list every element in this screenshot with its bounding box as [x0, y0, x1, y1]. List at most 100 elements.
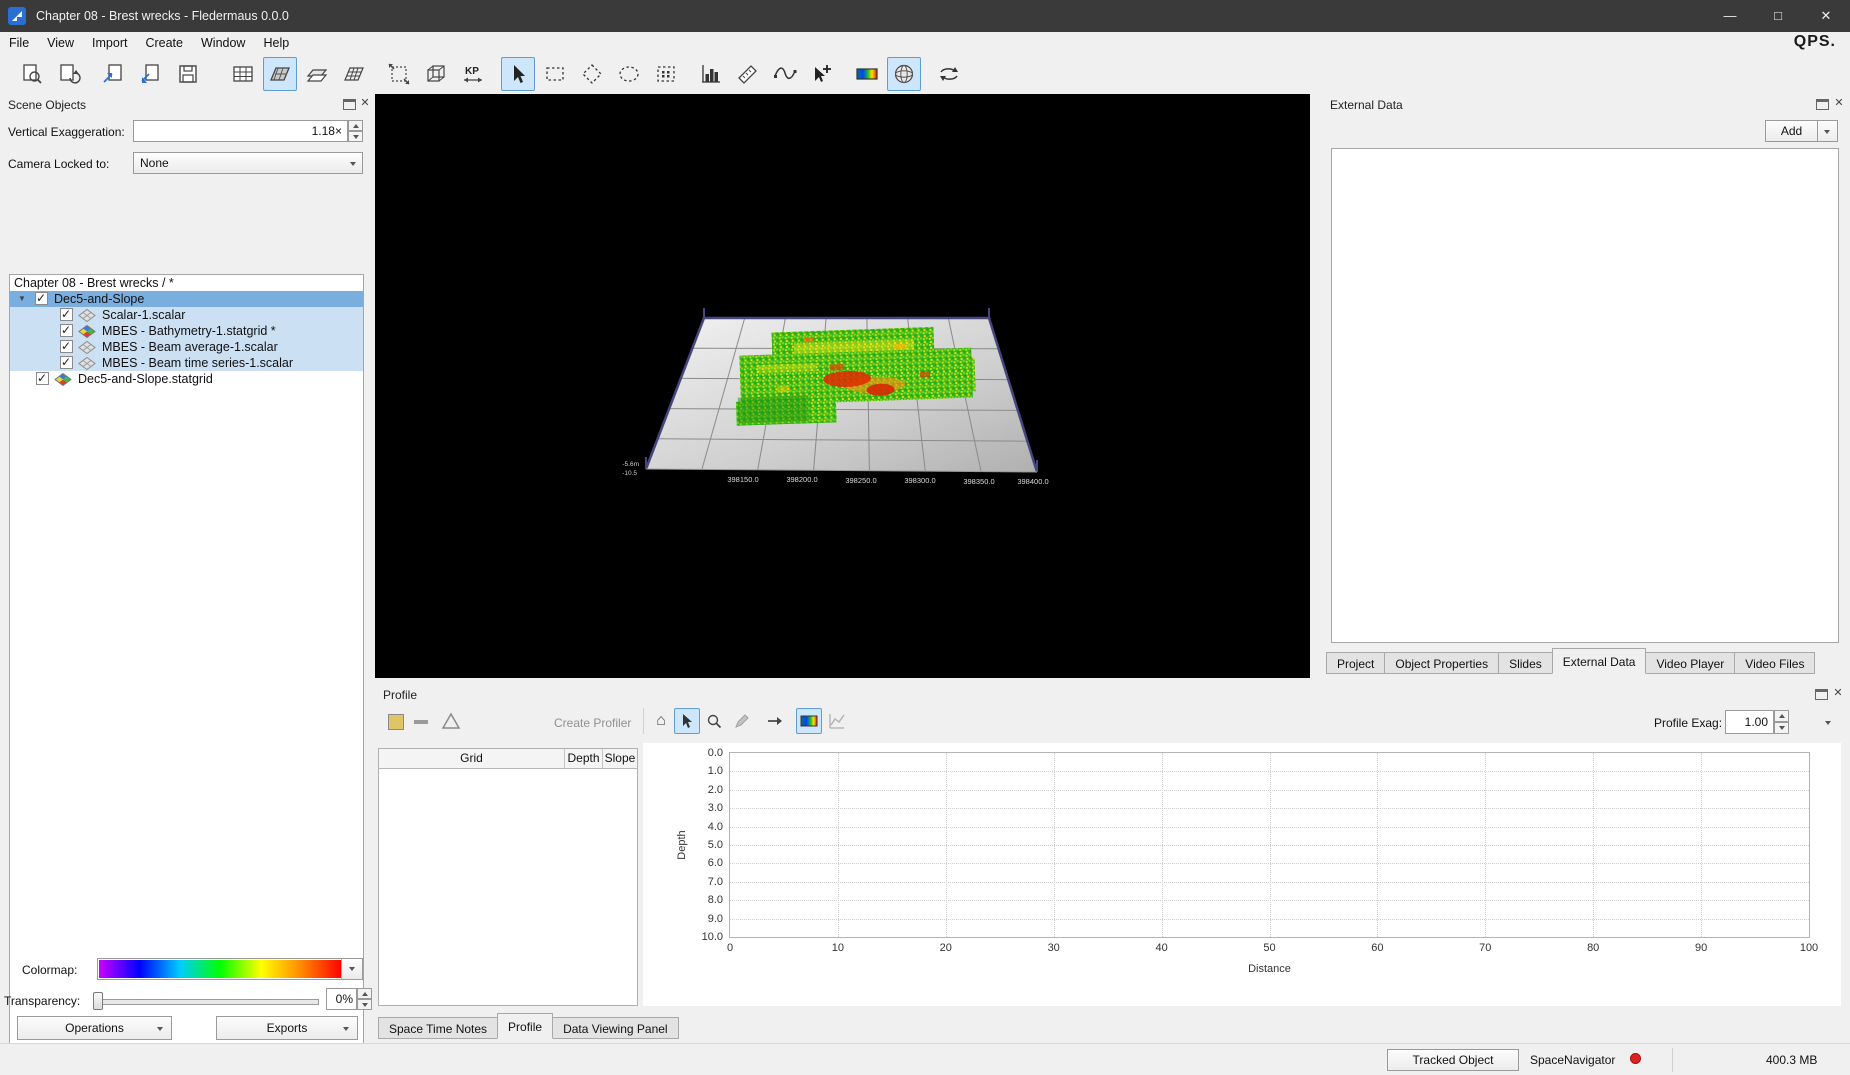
zoom-extent-button[interactable] [382, 57, 416, 91]
export-data-button[interactable] [134, 57, 168, 91]
illumination-button[interactable] [887, 57, 921, 91]
pick-point-button[interactable] [805, 57, 839, 91]
transparency-spinner[interactable] [357, 988, 372, 1010]
select-mode-button[interactable] [501, 57, 535, 91]
bounding-cube-button[interactable] [419, 57, 453, 91]
transparency-slider-track[interactable] [95, 999, 319, 1005]
column-depth[interactable]: Depth [565, 749, 603, 768]
column-slope[interactable]: Slope [603, 749, 637, 768]
mesh-button[interactable] [337, 57, 371, 91]
menu-create[interactable]: Create [136, 32, 192, 54]
maximize-button[interactable]: □ [1754, 0, 1802, 32]
create-profiler-button[interactable]: Create Profiler [554, 716, 631, 730]
home-view-button[interactable]: ⌂ [648, 708, 674, 734]
tree-item-statgrid[interactable]: Dec5-and-Slope.statgrid [10, 371, 363, 387]
add-dropdown-button[interactable] [1817, 120, 1838, 142]
checkbox[interactable] [60, 324, 73, 337]
turntable-button[interactable] [932, 57, 966, 91]
tab-object-properties[interactable]: Object Properties [1384, 652, 1499, 674]
checkbox[interactable] [60, 356, 73, 369]
menu-help[interactable]: Help [254, 32, 298, 54]
profile-marker-icon[interactable] [441, 711, 461, 731]
vertical-exaggeration-spinner[interactable] [348, 120, 363, 142]
minimize-button[interactable]: — [1706, 0, 1754, 32]
profile-zoom-button[interactable] [701, 708, 727, 734]
layers-button[interactable] [300, 57, 334, 91]
rect-select-button[interactable] [538, 57, 572, 91]
tab-slides[interactable]: Slides [1498, 652, 1553, 674]
spin-up-icon[interactable] [357, 988, 372, 999]
close-panel-icon[interactable]: ✕ [358, 97, 372, 111]
scene-refresh-button[interactable] [52, 57, 86, 91]
close-panel-icon[interactable]: ✕ [1832, 97, 1846, 111]
spin-up-icon[interactable] [348, 120, 363, 131]
tab-external-data[interactable]: External Data [1552, 648, 1647, 674]
menu-view[interactable]: View [38, 32, 83, 54]
ellipse-select-button[interactable] [612, 57, 646, 91]
profile-exag-input[interactable]: 1.00 [1725, 710, 1774, 734]
spin-up-icon[interactable] [1774, 710, 1789, 722]
undock-panel-icon[interactable] [343, 99, 356, 110]
menu-file[interactable]: File [0, 32, 38, 54]
tree-item-scalar[interactable]: MBES - Beam time series-1.scalar [10, 355, 363, 371]
tab-space-time-notes[interactable]: Space Time Notes [378, 1017, 498, 1039]
scene-magnify-button[interactable] [15, 57, 49, 91]
profile-options-chevron[interactable] [1815, 710, 1841, 736]
grid-select-button[interactable] [649, 57, 683, 91]
tree-item-scalar[interactable]: Scalar-1.scalar [10, 307, 363, 323]
undock-panel-icon[interactable] [1815, 689, 1828, 700]
menu-window[interactable]: Window [192, 32, 254, 54]
profile-color-swatch[interactable] [388, 714, 404, 730]
checkbox[interactable] [36, 372, 49, 385]
spin-down-icon[interactable] [348, 131, 363, 142]
diamond-select-button[interactable] [575, 57, 609, 91]
checkbox[interactable] [60, 340, 73, 353]
close-panel-icon[interactable]: ✕ [1831, 687, 1845, 701]
operations-button[interactable]: Operations [17, 1016, 172, 1040]
profile-plot-area[interactable]: Depth Distance 0.01.02.03.04.05.06.07.08… [729, 752, 1810, 938]
grid-view-button[interactable] [226, 57, 260, 91]
measure-button[interactable] [731, 57, 765, 91]
profile-colormap-button[interactable] [796, 708, 822, 734]
camera-locked-combobox[interactable]: None [133, 152, 363, 174]
spin-down-icon[interactable] [1774, 722, 1789, 734]
profile-export-button[interactable] [762, 708, 788, 734]
profile-select-button[interactable] [674, 708, 700, 734]
tab-video-player[interactable]: Video Player [1645, 652, 1735, 674]
undock-panel-icon[interactable] [1816, 99, 1829, 110]
exports-button[interactable]: Exports [216, 1016, 358, 1040]
tab-project[interactable]: Project [1326, 652, 1385, 674]
checkbox[interactable] [60, 308, 73, 321]
tab-video-files[interactable]: Video Files [1734, 652, 1815, 674]
tree-item-statgrid[interactable]: MBES - Bathymetry-1.statgrid * [10, 323, 363, 339]
import-data-button[interactable] [97, 57, 131, 91]
checkbox[interactable] [35, 292, 48, 305]
external-data-list[interactable] [1331, 148, 1839, 643]
save-button[interactable] [171, 57, 205, 91]
tab-profile[interactable]: Profile [497, 1013, 553, 1039]
profile-edit-button[interactable] [729, 708, 755, 734]
tree-item-scalar[interactable]: MBES - Beam average-1.scalar [10, 339, 363, 355]
column-grid[interactable]: Grid [379, 749, 565, 768]
spline-button[interactable] [768, 57, 802, 91]
profile-exag-spinner[interactable] [1774, 710, 1789, 734]
tracked-object-manager-button[interactable]: Tracked Object Manager... [1387, 1049, 1519, 1071]
menu-import[interactable]: Import [83, 32, 136, 54]
kp-tool-button[interactable]: KP [456, 57, 490, 91]
profile-grid-table[interactable]: Grid Depth Slope [378, 748, 638, 1006]
spin-down-icon[interactable] [357, 999, 372, 1010]
tree-item-group[interactable]: ▼ Dec5-and-Slope [10, 291, 363, 307]
collapse-icon[interactable]: ▼ [18, 291, 26, 307]
colormap-dropdown[interactable] [97, 958, 363, 980]
profile-plot-button[interactable] [824, 708, 850, 734]
colormap-button[interactable] [850, 57, 884, 91]
scene-3d-viewport[interactable]: 398150.0 398200.0 398250.0 398300.0 3983… [375, 94, 1310, 678]
transparency-input[interactable]: 0% [326, 988, 357, 1010]
transparency-slider-handle[interactable] [93, 992, 103, 1010]
histogram-button[interactable] [694, 57, 728, 91]
close-button[interactable]: ✕ [1802, 0, 1850, 32]
vertical-exaggeration-input[interactable]: 1.18× [133, 120, 348, 142]
add-button[interactable]: Add [1765, 120, 1818, 142]
tab-data-viewing-panel[interactable]: Data Viewing Panel [552, 1017, 679, 1039]
shaded-surface-button[interactable] [263, 57, 297, 91]
